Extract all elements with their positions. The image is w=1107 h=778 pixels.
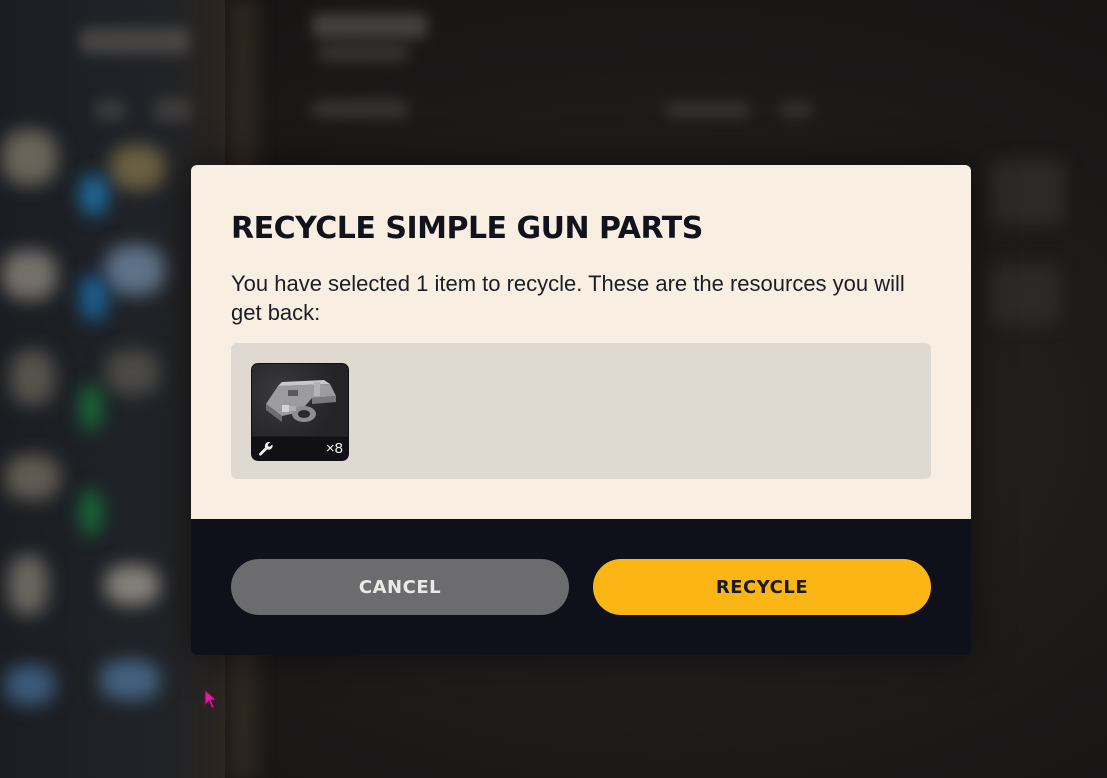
dialog-body: RECYCLE SIMPLE GUN PARTS You have select… [191,165,971,519]
cancel-button[interactable]: CANCEL [231,559,569,615]
background-header [318,44,408,62]
background-item [10,350,55,405]
background-item [110,145,165,190]
background-item [80,275,108,320]
background-item [105,565,160,605]
background-item [5,455,60,500]
background-item [105,350,160,395]
recycle-dialog: RECYCLE SIMPLE GUN PARTS You have select… [191,165,971,655]
background-item [5,665,55,705]
resource-list: ×8 [231,343,931,479]
dialog-message: You have selected 1 item to recycle. The… [231,271,905,325]
wrench-icon [258,441,273,456]
background-item [80,385,102,430]
background-header [95,100,125,120]
game-screen: RECYCLE SIMPLE GUN PARTS You have select… [0,0,1107,778]
background-item [80,490,102,535]
resource-item-slot[interactable]: ×8 [251,363,349,461]
gun-parts-image [252,364,348,436]
background-header [155,98,191,122]
background-header [780,102,812,118]
background-item [8,555,48,615]
background-item [105,245,165,295]
resource-quantity: ×8 [325,440,343,457]
recycle-button[interactable]: RECYCLE [593,559,931,615]
dialog-title: RECYCLE SIMPLE GUN PARTS [231,211,703,246]
background-item [80,175,108,215]
background-header [80,28,190,54]
background-header [312,14,427,38]
mouse-cursor-icon [204,689,218,709]
background-item [100,660,160,700]
background-header [665,102,750,118]
background-item [2,130,57,185]
background-card [990,160,1065,225]
background-item [2,250,57,300]
background-card [990,265,1060,325]
background-header [312,100,408,118]
dialog-footer: CANCEL RECYCLE [191,519,971,655]
